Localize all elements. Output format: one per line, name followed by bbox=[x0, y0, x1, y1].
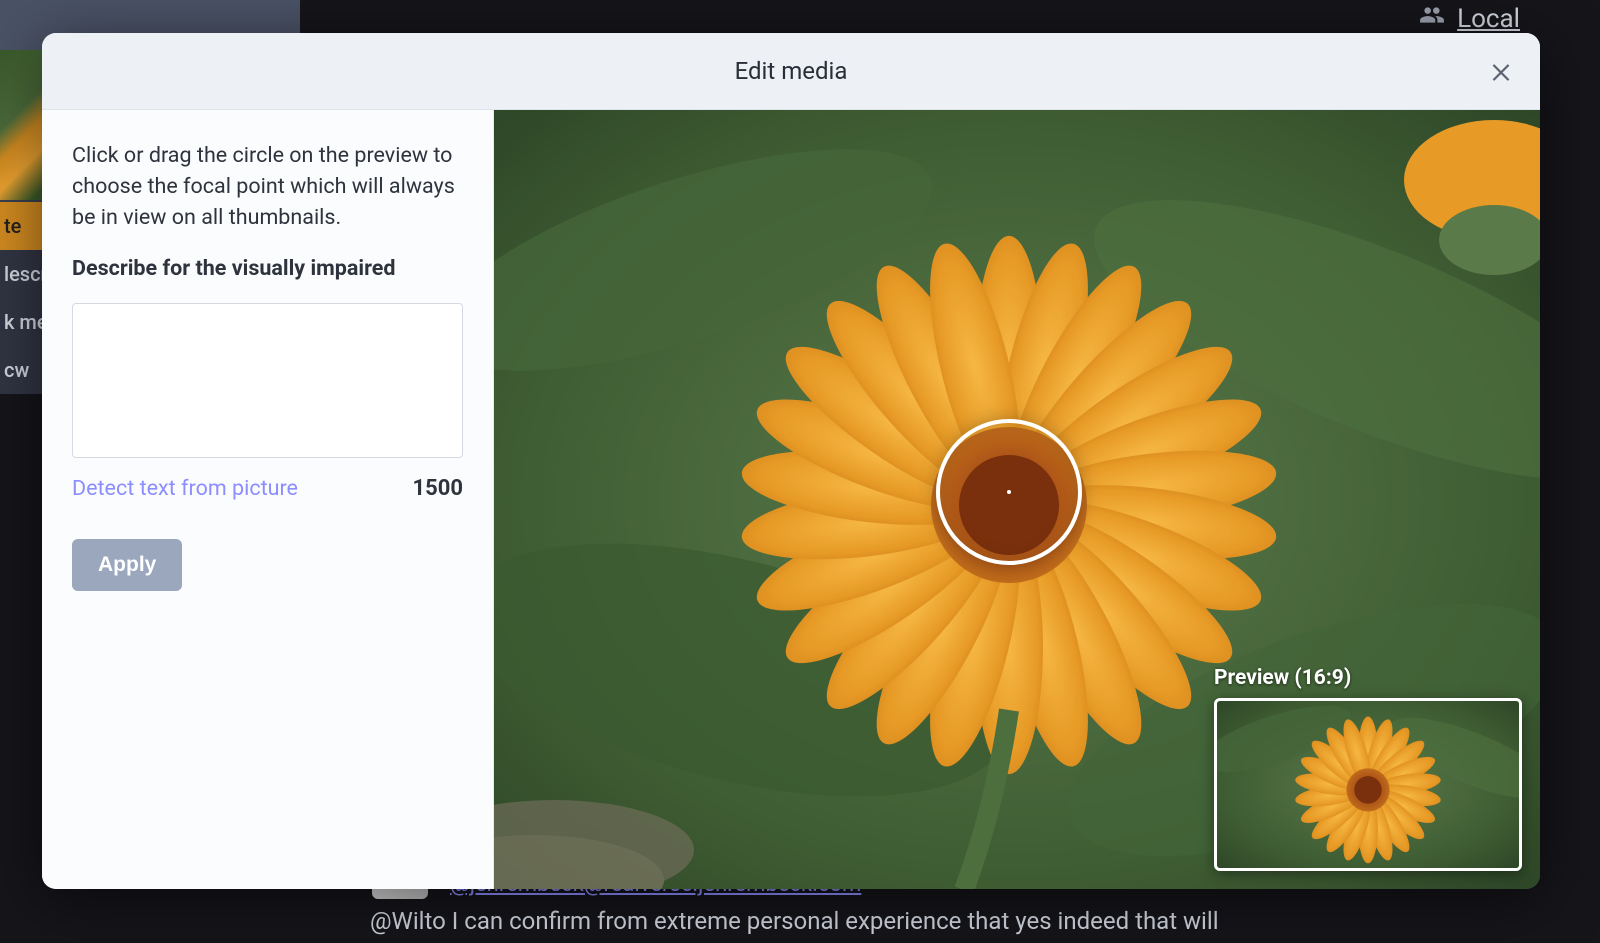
thumbnail-preview-image bbox=[1214, 698, 1522, 871]
describe-label: Describe for the visually impaired bbox=[72, 256, 463, 281]
nav-local-link[interactable]: Local bbox=[1419, 2, 1520, 35]
modal-title: Edit media bbox=[735, 57, 848, 85]
close-icon bbox=[1488, 58, 1514, 84]
edit-panel: Click or drag the circle on the preview … bbox=[42, 110, 494, 889]
media-preview[interactable]: Preview (16:9) bbox=[494, 110, 1540, 889]
focal-point-instructions: Click or drag the circle on the preview … bbox=[72, 140, 463, 234]
description-input[interactable] bbox=[72, 303, 463, 458]
modal-body: Click or drag the circle on the preview … bbox=[42, 110, 1540, 889]
focal-point-handle[interactable] bbox=[936, 419, 1082, 565]
thumbnail-preview-label: Preview (16:9) bbox=[1214, 666, 1522, 690]
detect-text-link[interactable]: Detect text from picture bbox=[72, 476, 298, 501]
nav-local-label: Local bbox=[1457, 4, 1520, 34]
users-icon bbox=[1419, 2, 1445, 35]
char-count: 1500 bbox=[413, 476, 464, 501]
modal-header: Edit media bbox=[42, 33, 1540, 110]
post-body-text: @Wilto I can confirm from extreme person… bbox=[370, 907, 1219, 935]
apply-button[interactable]: Apply bbox=[72, 539, 182, 591]
close-button[interactable] bbox=[1484, 54, 1518, 88]
thumbnail-preview: Preview (16:9) bbox=[1214, 666, 1522, 871]
edit-media-modal: Edit media Click or drag the circle on t… bbox=[42, 33, 1540, 889]
input-footer: Detect text from picture 1500 bbox=[72, 476, 463, 501]
